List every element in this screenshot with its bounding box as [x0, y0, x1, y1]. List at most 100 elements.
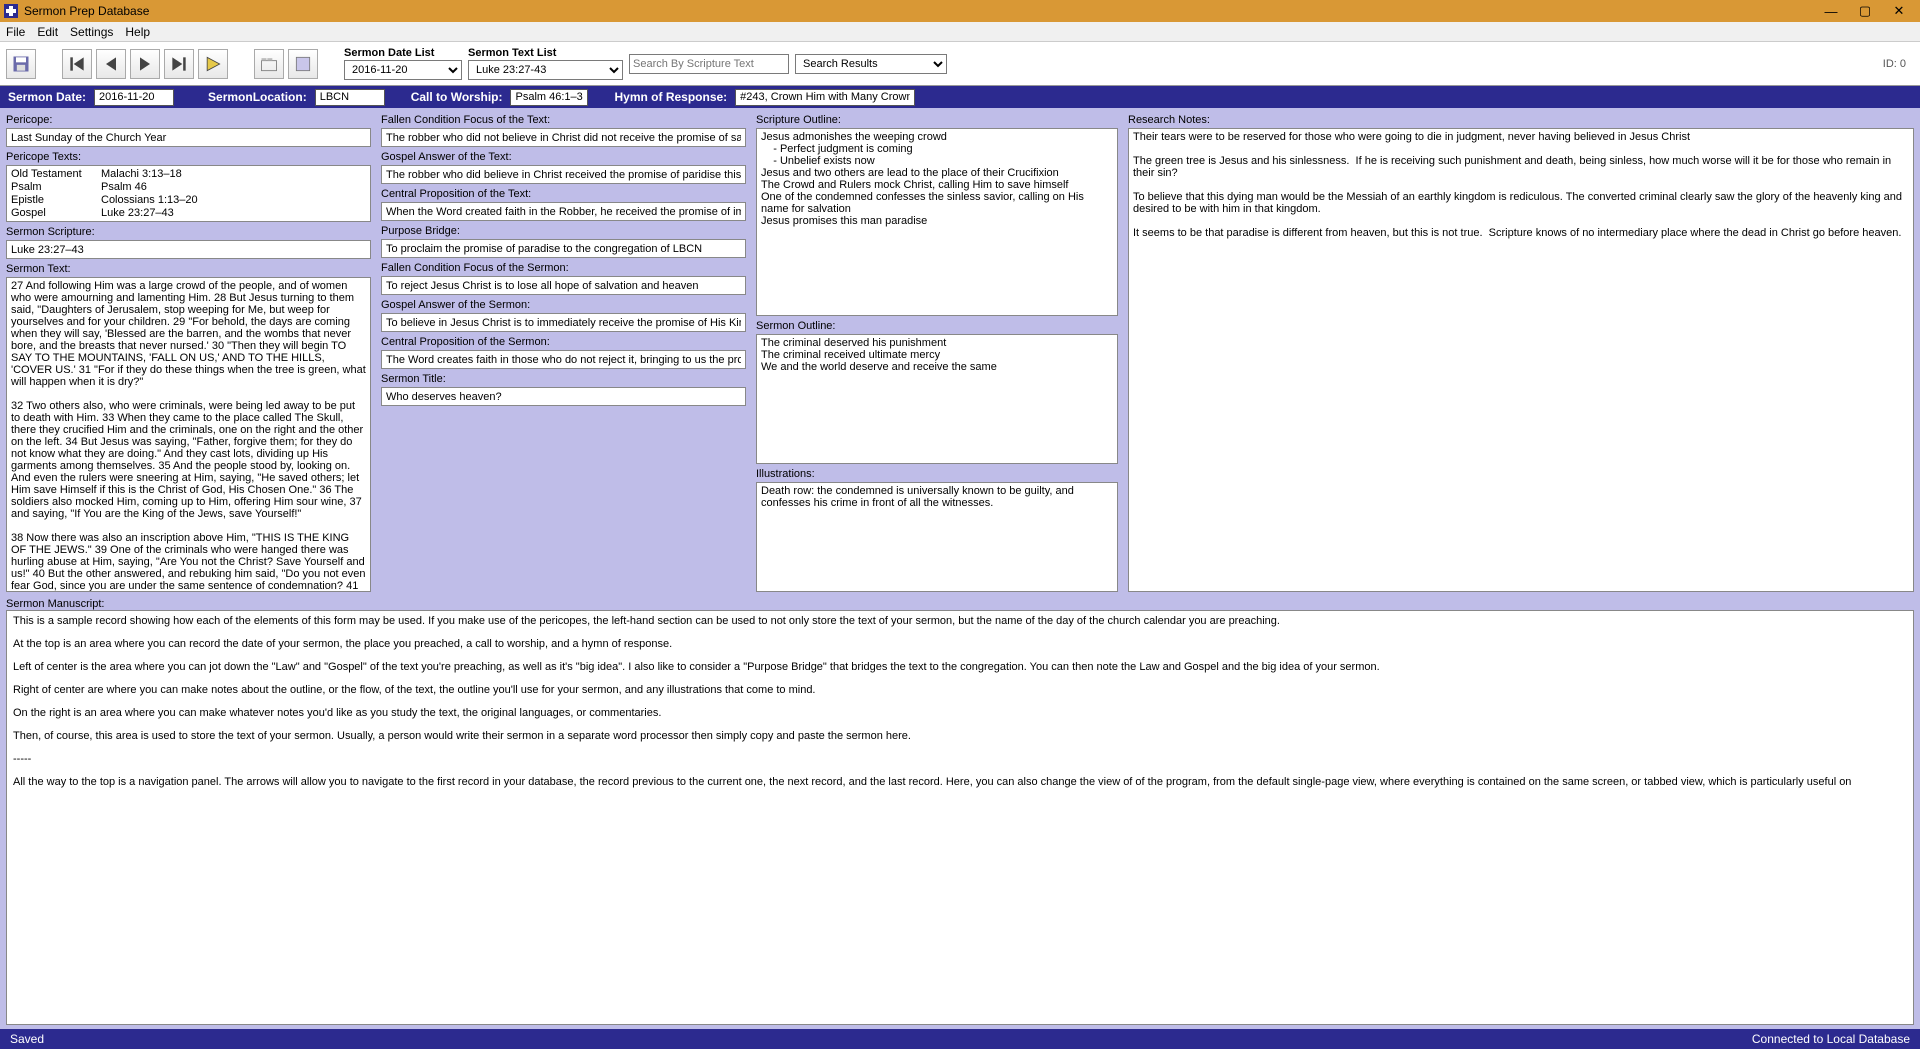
- prev-icon: [101, 54, 121, 74]
- pt-ep-val: Colossians 1:13–20: [101, 194, 366, 206]
- manuscript-paragraph: -----: [13, 753, 1907, 765]
- text-list-label: Sermon Text List: [468, 47, 623, 60]
- search-input[interactable]: [629, 54, 789, 74]
- save-button[interactable]: [6, 49, 36, 79]
- header-row: Sermon Date: SermonLocation: Call to Wor…: [0, 86, 1920, 108]
- pt-ep-label: Epistle: [11, 194, 101, 206]
- hymn-input[interactable]: [735, 89, 915, 106]
- pericope-texts-label: Pericope Texts:: [6, 151, 371, 163]
- manuscript-area[interactable]: This is a sample record showing how each…: [6, 610, 1914, 1025]
- tabs-icon: [259, 54, 279, 74]
- location-input[interactable]: [315, 89, 385, 106]
- close-button[interactable]: ✕: [1882, 1, 1916, 21]
- gat-label: Gospel Answer of the Text:: [381, 151, 746, 163]
- play-icon: [203, 54, 223, 74]
- text-list-select[interactable]: Luke 23:27-43: [468, 60, 623, 80]
- minimize-button[interactable]: —: [1814, 1, 1848, 21]
- sermon-title-label: Sermon Title:: [381, 373, 746, 385]
- first-record-button[interactable]: [62, 49, 92, 79]
- cpt-label: Central Proposition of the Text:: [381, 188, 746, 200]
- cps-label: Central Proposition of the Sermon:: [381, 336, 746, 348]
- manuscript-paragraph: Right of center are where you can make n…: [13, 684, 1907, 696]
- fcfs-input[interactable]: [381, 276, 746, 295]
- fcfs-label: Fallen Condition Focus of the Sermon:: [381, 262, 746, 274]
- sermon-date-input[interactable]: [94, 89, 174, 106]
- sermon-outline-label: Sermon Outline:: [756, 320, 1118, 332]
- fcft-input[interactable]: [381, 128, 746, 147]
- menu-file[interactable]: File: [6, 25, 25, 39]
- sermon-scripture-label: Sermon Scripture:: [6, 226, 371, 238]
- gat-input[interactable]: [381, 165, 746, 184]
- ctw-input[interactable]: [510, 89, 588, 106]
- nav-group: [62, 49, 228, 79]
- ctw-label: Call to Worship:: [411, 90, 503, 104]
- prev-record-button[interactable]: [96, 49, 126, 79]
- manuscript-paragraph: On the right is an area where you can ma…: [13, 707, 1907, 719]
- gas-label: Gospel Answer of the Sermon:: [381, 299, 746, 311]
- pb-label: Purpose Bridge:: [381, 225, 746, 237]
- statusbar: Saved Connected to Local Database: [0, 1029, 1920, 1049]
- last-record-button[interactable]: [164, 49, 194, 79]
- maximize-button[interactable]: ▢: [1848, 1, 1882, 21]
- scripture-outline-area[interactable]: [756, 128, 1118, 316]
- pericope-texts-table[interactable]: Old TestamentMalachi 3:13–18 PsalmPsalm …: [6, 165, 371, 222]
- pt-ot-val: Malachi 3:13–18: [101, 168, 366, 180]
- menu-edit[interactable]: Edit: [37, 25, 58, 39]
- pericope-input[interactable]: [6, 128, 371, 147]
- last-icon: [169, 54, 189, 74]
- manuscript-paragraph: This is a sample record showing how each…: [13, 615, 1907, 627]
- text-list-block: Sermon Text List Luke 23:27-43: [468, 47, 623, 80]
- menubar: File Edit Settings Help: [0, 22, 1920, 42]
- sermon-date-label: Sermon Date:: [8, 90, 86, 104]
- fcft-label: Fallen Condition Focus of the Text:: [381, 114, 746, 126]
- gas-input[interactable]: [381, 313, 746, 332]
- manuscript-section: Sermon Manuscript: This is a sample reco…: [6, 596, 1914, 1025]
- manuscript-paragraph: Then, of course, this area is used to st…: [13, 730, 1907, 742]
- sermon-text-label: Sermon Text:: [6, 263, 371, 275]
- research-notes-label: Research Notes:: [1128, 114, 1914, 126]
- col-right: Research Notes:: [1128, 112, 1914, 592]
- single-view-button[interactable]: [288, 49, 318, 79]
- toolbar: Sermon Date List 2016-11-20 Sermon Text …: [0, 42, 1920, 86]
- date-list-select[interactable]: 2016-11-20: [344, 60, 462, 80]
- save-icon: [11, 54, 31, 74]
- sermon-outline-area[interactable]: [756, 334, 1118, 464]
- menu-help[interactable]: Help: [125, 25, 150, 39]
- col-left: Pericope: Pericope Texts: Old TestamentM…: [6, 112, 371, 592]
- next-record-button[interactable]: [130, 49, 160, 79]
- manuscript-paragraph: Left of center is the area where you can…: [13, 661, 1907, 673]
- tabbed-view-button[interactable]: [254, 49, 284, 79]
- pt-ps-label: Psalm: [11, 181, 101, 193]
- manuscript-paragraph: At the top is an area where you can reco…: [13, 638, 1907, 650]
- date-list-block: Sermon Date List 2016-11-20: [344, 47, 462, 80]
- sermon-text-area[interactable]: [6, 277, 371, 592]
- scripture-outline-label: Scripture Outline:: [756, 114, 1118, 126]
- search-block: [629, 54, 789, 74]
- hymn-label: Hymn of Response:: [614, 90, 727, 104]
- manuscript-label: Sermon Manuscript:: [6, 598, 1914, 610]
- menu-settings[interactable]: Settings: [70, 25, 113, 39]
- cps-input[interactable]: [381, 350, 746, 369]
- results-select[interactable]: Search Results: [795, 54, 947, 74]
- play-button[interactable]: [198, 49, 228, 79]
- pericope-label: Pericope:: [6, 114, 371, 126]
- sermon-scripture-input[interactable]: [6, 240, 371, 259]
- results-block: Search Results: [795, 54, 947, 74]
- sermon-title-input[interactable]: [381, 387, 746, 406]
- status-right: Connected to Local Database: [1752, 1032, 1910, 1046]
- pt-go-label: Gospel: [11, 207, 101, 219]
- col-mid-left: Fallen Condition Focus of the Text: Gosp…: [381, 112, 746, 592]
- record-id: ID: 0: [1883, 58, 1914, 70]
- titlebar: Sermon Prep Database — ▢ ✕: [0, 0, 1920, 22]
- pt-go-val: Luke 23:27–43: [101, 207, 366, 219]
- col-mid-right: Scripture Outline: Sermon Outline: Illus…: [756, 112, 1118, 592]
- cpt-input[interactable]: [381, 202, 746, 221]
- pb-input[interactable]: [381, 239, 746, 258]
- research-notes-area[interactable]: [1128, 128, 1914, 592]
- illustrations-area[interactable]: [756, 482, 1118, 592]
- date-list-label: Sermon Date List: [344, 47, 462, 60]
- app-icon: [4, 4, 18, 18]
- next-icon: [135, 54, 155, 74]
- illustrations-label: Illustrations:: [756, 468, 1118, 480]
- location-label: SermonLocation:: [208, 90, 307, 104]
